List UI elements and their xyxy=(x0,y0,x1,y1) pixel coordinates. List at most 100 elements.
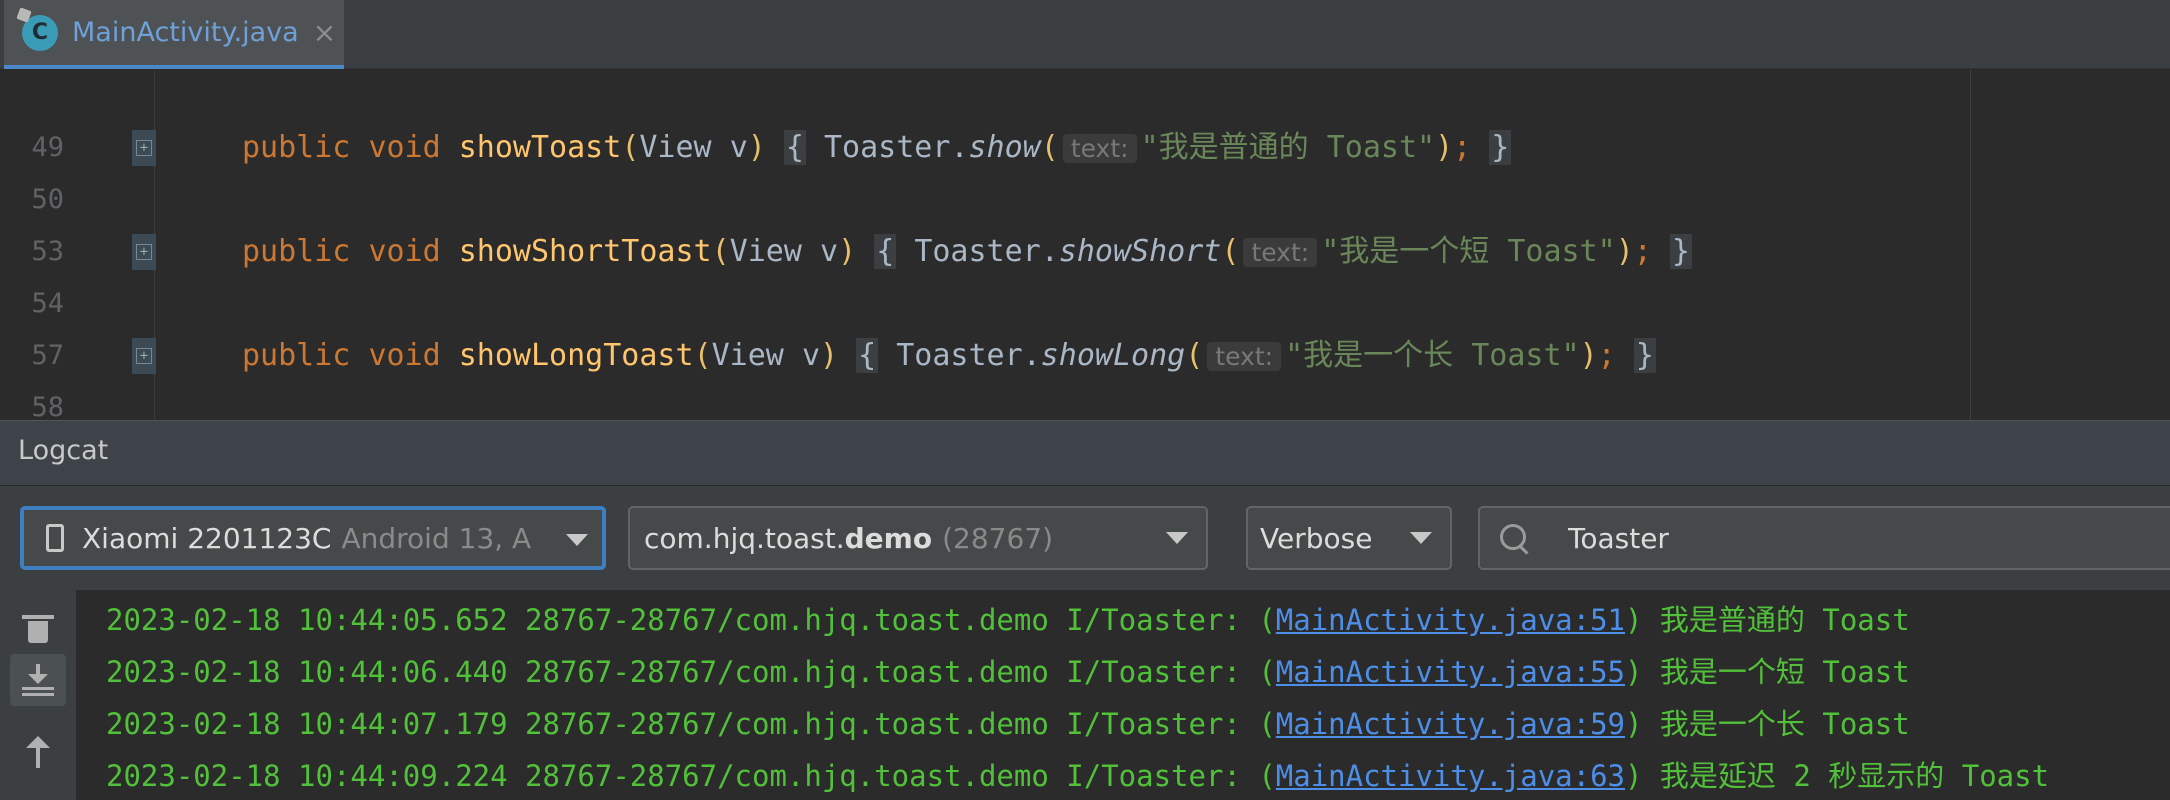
dot: . xyxy=(1022,338,1041,373)
tab-mainactivity[interactable]: C MainActivity.java × xyxy=(4,0,344,69)
folded-brace[interactable]: } xyxy=(1489,130,1512,165)
paren: ( xyxy=(1040,130,1059,165)
search-input[interactable] xyxy=(1568,521,2068,555)
class-icon-letter: C xyxy=(31,20,49,45)
phone-icon xyxy=(46,524,64,552)
chevron-down-icon xyxy=(1166,532,1188,544)
keyword: public xyxy=(242,130,351,165)
paren: ( xyxy=(1185,338,1204,373)
static-call: showShort xyxy=(1058,234,1222,269)
process-name-bold: demo xyxy=(844,521,933,555)
log-message: ) 我是一个长 Toast xyxy=(1625,707,1910,741)
code-line: 58 + public void showLongToast(View v) {… xyxy=(0,330,2170,420)
paren: ) xyxy=(1615,234,1634,269)
dot: . xyxy=(950,130,969,165)
param-type: View xyxy=(729,234,802,269)
method-name: showShortToast xyxy=(458,234,712,269)
logcat-title: Logcat xyxy=(18,435,109,466)
chevron-down-icon xyxy=(1410,532,1432,544)
paren: ) xyxy=(838,234,857,269)
paren: ( xyxy=(693,338,712,373)
folded-brace[interactable]: } xyxy=(1669,234,1692,269)
paren: ) xyxy=(820,338,839,373)
class-ref: Toaster xyxy=(824,130,951,165)
log-message: ) 我是延迟 2 秒显示的 Toast xyxy=(1625,759,2050,793)
code-line: 53 xyxy=(0,174,2170,267)
log-prefix: 2023-02-18 10:44:09.224 28767-28767/com.… xyxy=(106,759,1276,793)
parameter-hint: text: xyxy=(1062,134,1137,163)
keyword: void xyxy=(368,130,441,165)
string-literal: "我是普通的 Toast" xyxy=(1140,130,1436,165)
keyword: public xyxy=(242,234,351,269)
param-type: View xyxy=(711,338,784,373)
fold-expand-icon[interactable]: + xyxy=(132,338,156,374)
string-literal: "我是一个长 Toast" xyxy=(1285,338,1580,373)
process-prefix: com.hjq.toast. xyxy=(644,521,845,555)
code-line: 54 + public void showShortToast(View v) … xyxy=(0,226,2170,319)
editor-tab-bar: C MainActivity.java × xyxy=(0,0,2170,69)
logcat-header: Logcat xyxy=(0,420,2170,486)
code-line: 61 xyxy=(0,382,2170,420)
paren: ) xyxy=(1435,130,1454,165)
device-selector[interactable]: Xiaomi 2201123C Android 13, A xyxy=(20,506,606,570)
code-line: 49 xyxy=(0,70,2170,163)
device-detail: Android 13, A xyxy=(341,521,532,555)
arrow-up-icon xyxy=(24,736,52,768)
param-name: v xyxy=(820,234,839,269)
method-name: showLongToast xyxy=(458,338,694,373)
parameter-hint: text: xyxy=(1243,238,1318,267)
folded-brace[interactable]: { xyxy=(783,130,806,165)
code-editor[interactable]: 49 50 + public void showToast(View v) { … xyxy=(0,70,2170,420)
log-message: ) 我是一个短 Toast xyxy=(1625,655,1910,689)
param-name: v xyxy=(729,130,748,165)
up-button[interactable] xyxy=(10,726,66,778)
chevron-down-icon xyxy=(566,534,588,546)
folded-brace[interactable]: { xyxy=(856,338,879,373)
search-icon xyxy=(1500,524,1528,552)
log-search-box[interactable] xyxy=(1478,506,2170,570)
class-ref: Toaster xyxy=(896,338,1023,373)
method-declaration: public void showToast(View v) { Toaster.… xyxy=(242,122,1512,175)
paren: ) xyxy=(747,130,766,165)
method-name: showToast xyxy=(458,130,622,165)
folded-brace[interactable]: } xyxy=(1633,338,1656,373)
folded-brace[interactable]: { xyxy=(874,234,897,269)
log-prefix: 2023-02-18 10:44:07.179 28767-28767/com.… xyxy=(106,707,1276,741)
source-link[interactable]: MainActivity.java:55 xyxy=(1276,655,1625,689)
static-call: showLong xyxy=(1040,338,1186,373)
paren: ( xyxy=(621,130,640,165)
logcat-toolbar: Xiaomi 2201123C Android 13, A com.hjq.to… xyxy=(0,486,2170,590)
log-prefix: 2023-02-18 10:44:05.652 28767-28767/com.… xyxy=(106,603,1276,637)
source-link[interactable]: MainActivity.java:63 xyxy=(1276,759,1625,793)
close-icon[interactable]: × xyxy=(313,16,336,49)
source-link[interactable]: MainActivity.java:59 xyxy=(1276,707,1625,741)
log-line: 2023-02-18 10:44:05.652 28767-28767/com.… xyxy=(106,594,2170,646)
method-declaration: public void showLongToast(View v) { Toas… xyxy=(242,330,1656,383)
code-line: 50 + public void showToast(View v) { Toa… xyxy=(0,122,2170,215)
log-prefix: 2023-02-18 10:44:06.440 28767-28767/com.… xyxy=(106,655,1276,689)
logcat-output[interactable]: 2023-02-18 10:44:05.652 28767-28767/com.… xyxy=(76,590,2170,800)
trash-icon xyxy=(22,613,54,643)
source-link[interactable]: MainActivity.java:51 xyxy=(1276,603,1625,637)
fold-expand-icon[interactable]: + xyxy=(132,234,156,270)
paren: ) xyxy=(1579,338,1598,373)
log-line: 2023-02-18 10:44:07.179 28767-28767/com.… xyxy=(106,698,2170,750)
clear-logcat-button[interactable] xyxy=(10,602,66,654)
scroll-to-end-button[interactable] xyxy=(10,654,66,706)
java-class-icon: C xyxy=(22,14,58,51)
log-level-selector[interactable]: Verbose xyxy=(1246,506,1452,570)
keyword: void xyxy=(368,338,441,373)
class-ref: Toaster xyxy=(914,234,1041,269)
process-selector[interactable]: com.hjq.toast. demo (28767) xyxy=(628,506,1208,570)
parameter-hint: text: xyxy=(1207,342,1282,371)
fold-expand-icon[interactable]: + xyxy=(132,130,156,166)
scroll-to-end-icon xyxy=(22,664,54,696)
string-literal: "我是一个短 Toast" xyxy=(1321,234,1616,269)
param-name: v xyxy=(801,338,820,373)
semicolon: ; xyxy=(1633,234,1652,269)
tab-label: MainActivity.java xyxy=(72,17,299,48)
log-line: 2023-02-18 10:44:09.224 28767-28767/com.… xyxy=(106,750,2170,800)
semicolon: ; xyxy=(1597,338,1616,373)
paren: ( xyxy=(711,234,730,269)
keyword: public xyxy=(242,338,351,373)
